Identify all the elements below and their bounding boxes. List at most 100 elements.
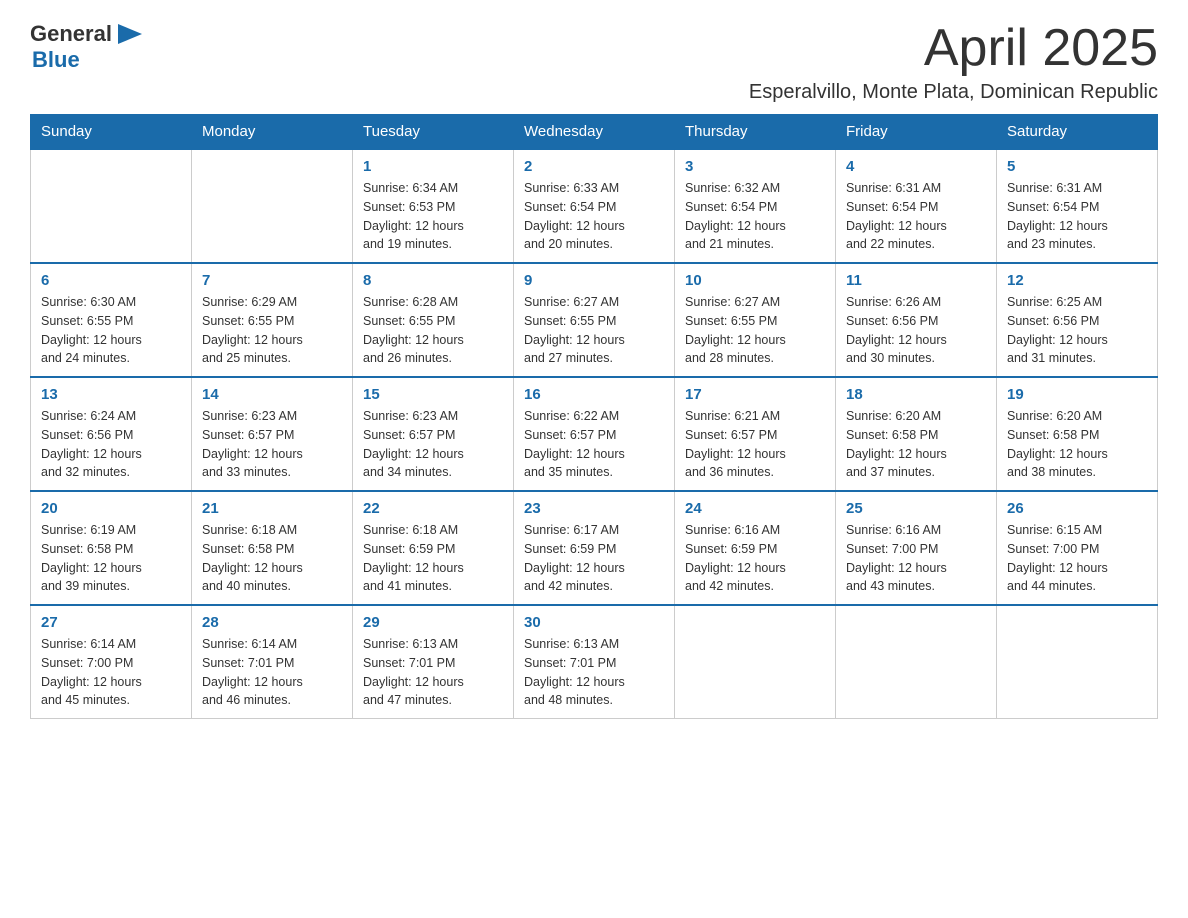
logo-blue-text: Blue <box>32 47 80 72</box>
week-row-4: 20Sunrise: 6:19 AM Sunset: 6:58 PM Dayli… <box>31 491 1158 605</box>
weekday-header-wednesday: Wednesday <box>514 115 675 150</box>
calendar-cell: 29 Sunrise: 6:13 AM Sunset: 7:01 PM Dayli… <box>353 605 514 719</box>
day-info: Sunrise: 6:16 AM Sunset: 6:59 PM Dayligh… <box>685 521 825 596</box>
calendar-cell: 28Sunrise: 6:14 AM Sunset: 7:01 PM Dayli… <box>192 605 353 719</box>
weekday-header-monday: Monday <box>192 115 353 150</box>
day-info: Sunrise: 6:17 AM Sunset: 6:59 PM Dayligh… <box>524 521 664 596</box>
calendar-cell <box>31 149 192 263</box>
title-block: April 2025 Esperalvillo, Monte Plata, Do… <box>749 20 1158 104</box>
calendar-cell: 3Sunrise: 6:32 AM Sunset: 6:54 PM Daylig… <box>675 149 836 263</box>
calendar-cell: 1 Sunrise: 6:34 AM Sunset: 6:53 PM Daylig… <box>353 149 514 263</box>
day-info: Sunrise: 6:21 AM Sunset: 6:57 PM Dayligh… <box>685 407 825 482</box>
day-info: Sunrise: 6:18 AM Sunset: 6:58 PM Dayligh… <box>202 521 342 596</box>
day-number: 24 <box>685 500 825 517</box>
day-info: Sunrise: 6:23 AM Sunset: 6:57 PM Dayligh… <box>363 407 503 482</box>
calendar-cell: 19 Sunrise: 6:20 AM Sunset: 6:58 PM Dayli… <box>997 377 1158 491</box>
calendar-cell: 15 Sunrise: 6:23 AM Sunset: 6:57 PM Dayli… <box>353 377 514 491</box>
day-info: Sunrise: 6:23 AM Sunset: 6:57 PM Dayligh… <box>202 407 342 482</box>
day-number: 12 <box>1007 272 1147 289</box>
day-number: 2 <box>524 158 664 175</box>
calendar-cell: 9 Sunrise: 6:27 AM Sunset: 6:55 PM Daylig… <box>514 263 675 377</box>
calendar-cell: 24 Sunrise: 6:16 AM Sunset: 6:59 PM Dayli… <box>675 491 836 605</box>
day-number: 14 <box>202 386 342 403</box>
location-title: Esperalvillo, Monte Plata, Dominican Rep… <box>749 81 1158 104</box>
week-row-1: 1 Sunrise: 6:34 AM Sunset: 6:53 PM Daylig… <box>31 149 1158 263</box>
week-row-3: 13 Sunrise: 6:24 AM Sunset: 6:56 PM Dayli… <box>31 377 1158 491</box>
day-info: Sunrise: 6:20 AM Sunset: 6:58 PM Dayligh… <box>1007 407 1147 482</box>
day-info: Sunrise: 6:31 AM Sunset: 6:54 PM Dayligh… <box>846 179 986 254</box>
day-number: 6 <box>41 272 181 289</box>
calendar-cell <box>675 605 836 719</box>
day-number: 9 <box>524 272 664 289</box>
day-number: 8 <box>363 272 503 289</box>
calendar-cell: 27 Sunrise: 6:14 AM Sunset: 7:00 PM Dayli… <box>31 605 192 719</box>
calendar-cell: 14 Sunrise: 6:23 AM Sunset: 6:57 PM Dayli… <box>192 377 353 491</box>
day-info: Sunrise: 6:28 AM Sunset: 6:55 PM Dayligh… <box>363 293 503 368</box>
day-info: Sunrise: 6:27 AM Sunset: 6:55 PM Dayligh… <box>524 293 664 368</box>
calendar-cell: 21 Sunrise: 6:18 AM Sunset: 6:58 PM Dayli… <box>192 491 353 605</box>
day-number: 28 <box>202 614 342 631</box>
day-info: Sunrise: 6:14 AM Sunset: 7:00 PM Dayligh… <box>41 635 181 710</box>
day-info: Sunrise: 6:16 AM Sunset: 7:00 PM Dayligh… <box>846 521 986 596</box>
week-row-5: 27 Sunrise: 6:14 AM Sunset: 7:00 PM Dayli… <box>31 605 1158 719</box>
day-number: 15 <box>363 386 503 403</box>
calendar-cell: 20Sunrise: 6:19 AM Sunset: 6:58 PM Dayli… <box>31 491 192 605</box>
day-info: Sunrise: 6:25 AM Sunset: 6:56 PM Dayligh… <box>1007 293 1147 368</box>
day-number: 11 <box>846 272 986 289</box>
day-number: 7 <box>202 272 342 289</box>
day-number: 10 <box>685 272 825 289</box>
day-number: 22 <box>363 500 503 517</box>
day-number: 19 <box>1007 386 1147 403</box>
day-number: 3 <box>685 158 825 175</box>
day-number: 5 <box>1007 158 1147 175</box>
day-info: Sunrise: 6:15 AM Sunset: 7:00 PM Dayligh… <box>1007 521 1147 596</box>
day-info: Sunrise: 6:34 AM Sunset: 6:53 PM Dayligh… <box>363 179 503 254</box>
day-number: 26 <box>1007 500 1147 517</box>
calendar-cell: 25 Sunrise: 6:16 AM Sunset: 7:00 PM Dayli… <box>836 491 997 605</box>
calendar-cell: 16 Sunrise: 6:22 AM Sunset: 6:57 PM Dayli… <box>514 377 675 491</box>
day-info: Sunrise: 6:26 AM Sunset: 6:56 PM Dayligh… <box>846 293 986 368</box>
calendar-cell <box>192 149 353 263</box>
day-info: Sunrise: 6:22 AM Sunset: 6:57 PM Dayligh… <box>524 407 664 482</box>
weekday-header-row: SundayMondayTuesdayWednesdayThursdayFrid… <box>31 115 1158 150</box>
calendar-cell: 10Sunrise: 6:27 AM Sunset: 6:55 PM Dayli… <box>675 263 836 377</box>
page-header: General Blue April 2025 Esperalvillo, Mo… <box>30 20 1158 104</box>
day-number: 1 <box>363 158 503 175</box>
day-number: 23 <box>524 500 664 517</box>
day-number: 27 <box>41 614 181 631</box>
logo: General Blue <box>30 20 142 72</box>
calendar-cell: 7 Sunrise: 6:29 AM Sunset: 6:55 PM Daylig… <box>192 263 353 377</box>
day-info: Sunrise: 6:18 AM Sunset: 6:59 PM Dayligh… <box>363 521 503 596</box>
calendar-cell: 12 Sunrise: 6:25 AM Sunset: 6:56 PM Dayli… <box>997 263 1158 377</box>
day-number: 16 <box>524 386 664 403</box>
day-number: 25 <box>846 500 986 517</box>
day-number: 17 <box>685 386 825 403</box>
month-title: April 2025 <box>749 20 1158 77</box>
calendar-table: SundayMondayTuesdayWednesdayThursdayFrid… <box>30 114 1158 719</box>
day-info: Sunrise: 6:24 AM Sunset: 6:56 PM Dayligh… <box>41 407 181 482</box>
logo-flag-icon <box>114 20 142 48</box>
calendar-cell: 23 Sunrise: 6:17 AM Sunset: 6:59 PM Dayli… <box>514 491 675 605</box>
calendar-cell: 5Sunrise: 6:31 AM Sunset: 6:54 PM Daylig… <box>997 149 1158 263</box>
day-number: 21 <box>202 500 342 517</box>
weekday-header-friday: Friday <box>836 115 997 150</box>
weekday-header-saturday: Saturday <box>997 115 1158 150</box>
day-info: Sunrise: 6:13 AM Sunset: 7:01 PM Dayligh… <box>363 635 503 710</box>
calendar-cell: 30Sunrise: 6:13 AM Sunset: 7:01 PM Dayli… <box>514 605 675 719</box>
weekday-header-thursday: Thursday <box>675 115 836 150</box>
weekday-header-sunday: Sunday <box>31 115 192 150</box>
logo-general-text: General <box>30 22 112 46</box>
day-number: 18 <box>846 386 986 403</box>
day-info: Sunrise: 6:20 AM Sunset: 6:58 PM Dayligh… <box>846 407 986 482</box>
day-number: 30 <box>524 614 664 631</box>
day-number: 29 <box>363 614 503 631</box>
day-info: Sunrise: 6:30 AM Sunset: 6:55 PM Dayligh… <box>41 293 181 368</box>
calendar-cell: 26 Sunrise: 6:15 AM Sunset: 7:00 PM Dayli… <box>997 491 1158 605</box>
calendar-cell: 18 Sunrise: 6:20 AM Sunset: 6:58 PM Dayli… <box>836 377 997 491</box>
calendar-cell: 8 Sunrise: 6:28 AM Sunset: 6:55 PM Daylig… <box>353 263 514 377</box>
calendar-cell <box>997 605 1158 719</box>
day-info: Sunrise: 6:29 AM Sunset: 6:55 PM Dayligh… <box>202 293 342 368</box>
day-number: 13 <box>41 386 181 403</box>
calendar-cell: 2Sunrise: 6:33 AM Sunset: 6:54 PM Daylig… <box>514 149 675 263</box>
calendar-cell: 11 Sunrise: 6:26 AM Sunset: 6:56 PM Dayli… <box>836 263 997 377</box>
